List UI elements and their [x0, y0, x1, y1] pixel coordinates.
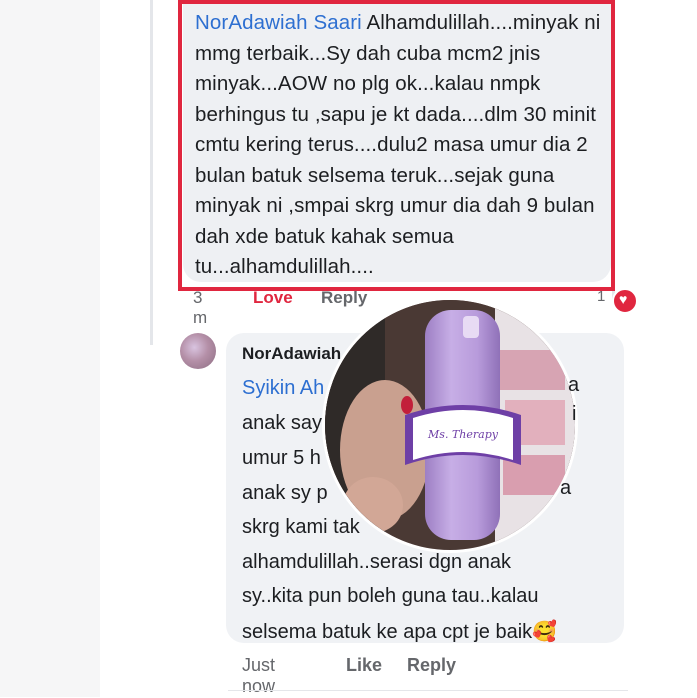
reply-author-link[interactable]: NorAdawiah [242, 344, 341, 364]
like-button[interactable]: Like [346, 655, 382, 676]
left-margin [0, 0, 100, 697]
reply-text-line: anak say [242, 411, 323, 434]
product-bottle-image: Ms. Therapy [325, 300, 575, 550]
reply-text-line: anak sy p [242, 481, 328, 504]
love-reaction-button[interactable]: Love [253, 288, 293, 308]
reply-text-line: skrg kami tak [242, 516, 360, 538]
reply-text-line: alhamdulillah..serasi dgn anak [242, 550, 512, 573]
reply-text-fragment: i [572, 403, 577, 425]
highlight-frame [178, 0, 615, 291]
reply-text-line: selsema batuk ke apa cpt je baik [242, 620, 533, 643]
reply-text-line: sy..kita pun boleh guna tau..kalau [242, 585, 539, 607]
reply-button[interactable]: Reply [321, 288, 367, 308]
reaction-count[interactable]: 1 [597, 288, 605, 305]
thread-connector-line [150, 0, 153, 345]
avatar[interactable] [180, 333, 216, 369]
heart-eyes-emoji-icon: 🥰 [532, 618, 558, 643]
reply-button[interactable]: Reply [407, 655, 456, 676]
heart-reaction-icon[interactable] [612, 288, 638, 314]
reply-text-line: umur 5 h [242, 447, 321, 469]
product-photo: Ms. Therapy [322, 297, 578, 553]
comment-thread: NorAdawiah Saari Alhamdulillah....minyak… [0, 0, 697, 697]
reply-text-fragment: a [568, 374, 580, 396]
reply-mention-link[interactable]: Syikin Ah [242, 377, 324, 399]
product-brand-label: Ms. Therapy [427, 428, 499, 441]
reply-text-fragment: a [560, 477, 572, 499]
comment-timestamp[interactable]: 3 m [193, 288, 207, 328]
